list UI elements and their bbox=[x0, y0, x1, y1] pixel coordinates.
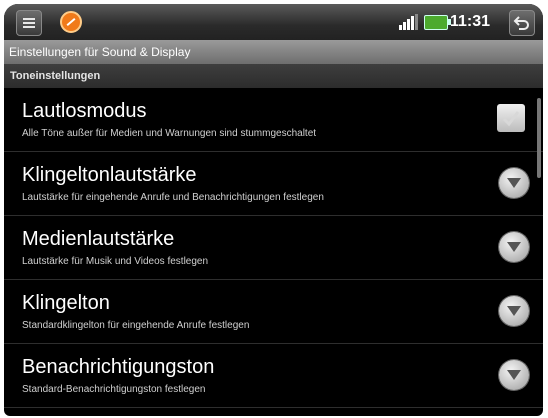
setting-subtitle: Lautstärke für eingehende Anrufe und Ben… bbox=[22, 192, 324, 203]
setting-subtitle: Standardklingelton für eingehende Anrufe… bbox=[22, 320, 250, 331]
scrollbar[interactable] bbox=[537, 98, 541, 178]
setting-title: Klingelton bbox=[22, 292, 110, 314]
status-time: 11:31 bbox=[450, 13, 491, 30]
setting-title: Medienlautstärke bbox=[22, 228, 175, 250]
chevron-down-icon[interactable] bbox=[499, 232, 529, 262]
chevron-down-icon[interactable] bbox=[499, 168, 529, 198]
setting-title: Benachrichtigungston bbox=[22, 356, 215, 378]
settings-list: Lautlosmodus Alle Töne außer für Medien … bbox=[4, 88, 543, 408]
section-header: Toneinstellungen bbox=[4, 64, 543, 88]
notification-icon[interactable] bbox=[60, 11, 82, 33]
menu-icon[interactable] bbox=[16, 10, 42, 36]
setting-subtitle: Standard-Benachrichtigungston festlegen bbox=[22, 384, 206, 395]
silent-mode-checkbox[interactable] bbox=[497, 104, 525, 132]
device-screen: 11:31 Einstellungen für Sound & Display … bbox=[4, 4, 543, 416]
signal-icon bbox=[399, 14, 418, 30]
page-title: Einstellungen für Sound & Display bbox=[4, 40, 543, 64]
setting-media-volume[interactable]: Medienlautstärke Lautstärke für Musik un… bbox=[4, 216, 543, 280]
setting-ringer-volume[interactable]: Klingeltonlautstärke Lautstärke für eing… bbox=[4, 152, 543, 216]
chevron-down-icon[interactable] bbox=[499, 360, 529, 390]
setting-silent-mode[interactable]: Lautlosmodus Alle Töne außer für Medien … bbox=[4, 88, 543, 152]
status-bar: 11:31 bbox=[4, 4, 543, 40]
chevron-down-icon[interactable] bbox=[499, 296, 529, 326]
setting-title: Lautlosmodus bbox=[22, 100, 147, 122]
back-icon[interactable] bbox=[509, 10, 535, 36]
setting-subtitle: Lautstärke für Musik und Videos festlege… bbox=[22, 256, 209, 267]
setting-subtitle: Alle Töne außer für Medien und Warnungen… bbox=[22, 128, 317, 139]
setting-ringtone[interactable]: Klingelton Standardklingelton für eingeh… bbox=[4, 280, 543, 344]
setting-notification-tone[interactable]: Benachrichtigungston Standard-Benachrich… bbox=[4, 344, 543, 408]
battery-icon bbox=[424, 15, 451, 30]
setting-title: Klingeltonlautstärke bbox=[22, 164, 197, 186]
